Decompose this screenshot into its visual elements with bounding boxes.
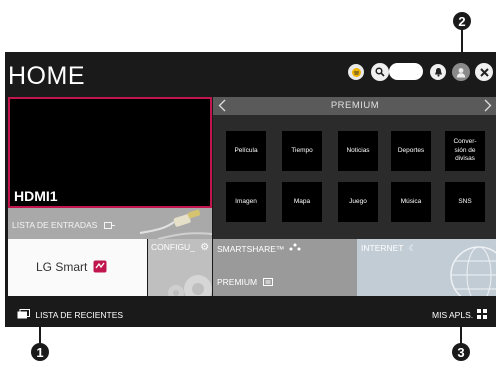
voice-icon bbox=[351, 67, 361, 77]
smart-tv-logo-icon bbox=[93, 260, 107, 273]
search-icon bbox=[375, 67, 385, 77]
lg-smart-logo: LG Smart bbox=[36, 260, 107, 274]
gears-icon bbox=[168, 275, 212, 296]
user-icon bbox=[456, 67, 466, 77]
share-dots-icon bbox=[289, 243, 301, 251]
premium-app-tile[interactable]: Música bbox=[391, 182, 431, 222]
recent-stack-icon bbox=[17, 309, 30, 319]
premium-app-tile[interactable]: Deportes bbox=[391, 131, 431, 171]
premium-app-tile[interactable]: Conver- sión de divisas bbox=[445, 131, 485, 171]
document-icon bbox=[262, 278, 273, 286]
page-title: HOME bbox=[8, 62, 85, 90]
search-button[interactable] bbox=[371, 63, 389, 81]
voice-recognition-button[interactable] bbox=[348, 64, 364, 80]
premium-app-tile[interactable]: Mapa bbox=[282, 182, 322, 222]
premium-app-tile[interactable]: SNS bbox=[445, 182, 485, 222]
input-list-label: LISTA DE ENTRADAS bbox=[12, 220, 115, 230]
callout-leader-1 bbox=[39, 319, 41, 344]
premium-app-tile[interactable]: Juego bbox=[338, 182, 378, 222]
smartshare-premium-label: PREMIUM bbox=[217, 277, 273, 287]
premium-app-tile[interactable]: Película bbox=[226, 131, 266, 171]
callout-marker-2: 2 bbox=[453, 12, 471, 30]
notifications-button[interactable] bbox=[430, 64, 446, 80]
internet-label: INTERNET ☾ bbox=[361, 243, 417, 253]
premium-app-tile[interactable]: Noticias bbox=[338, 131, 378, 171]
input-name: HDMI1 bbox=[14, 188, 58, 204]
moon-icon: ☾ bbox=[408, 243, 417, 253]
close-icon bbox=[479, 67, 489, 77]
premium-app-tile[interactable]: Imagen bbox=[226, 182, 266, 222]
callout-leader-2 bbox=[461, 28, 463, 63]
callout-marker-3: 3 bbox=[452, 343, 470, 361]
input-icon bbox=[103, 222, 115, 230]
bell-icon bbox=[434, 68, 442, 77]
recent-list-button[interactable]: LISTA DE RECIENTES bbox=[17, 309, 123, 320]
chevron-right-icon bbox=[484, 99, 492, 112]
apps-grid-icon bbox=[477, 309, 488, 319]
exit-button[interactable] bbox=[475, 63, 493, 81]
globe-icon bbox=[450, 246, 496, 296]
premium-title: PREMIUM bbox=[330, 100, 380, 111]
av-cable-icon bbox=[139, 209, 212, 239]
settings-label: CONFIGU_ ⚙ bbox=[151, 242, 210, 253]
gear-icon: ⚙ bbox=[200, 242, 210, 253]
premium-app-tile[interactable]: Tiempo bbox=[282, 131, 322, 171]
user-account-button[interactable] bbox=[452, 63, 470, 81]
callout-marker-1: 1 bbox=[31, 343, 49, 361]
callout-leader-3 bbox=[460, 319, 462, 344]
search-input[interactable] bbox=[389, 63, 423, 80]
smartshare-label: SMARTSHARE™ bbox=[217, 243, 301, 254]
